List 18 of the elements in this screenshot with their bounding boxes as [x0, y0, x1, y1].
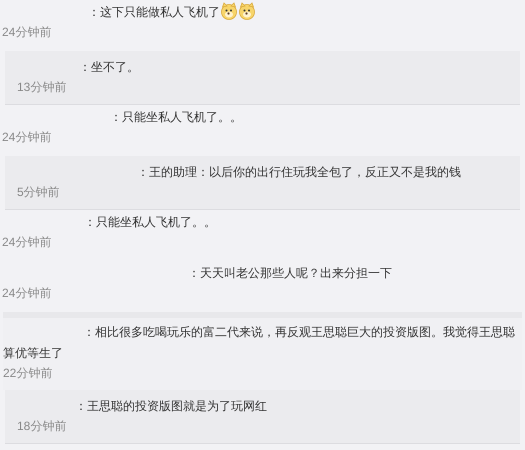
- timestamp: 24分钟前: [2, 286, 52, 300]
- dog-emoji-icon: [238, 2, 256, 20]
- comment-text: ：只能坐私人飞机了。。: [110, 110, 242, 124]
- timestamp: 24分钟前: [2, 130, 52, 144]
- comment-text: ：王思聪的投资版图就是为了玩网红: [75, 399, 267, 413]
- dog-emoji-icon: [220, 2, 238, 20]
- comment-text: ：王的助理：以后你的出行住玩我全包了，反正又不是我的钱: [137, 165, 461, 179]
- timestamp: 24分钟前: [2, 25, 52, 39]
- timestamp: 18分钟前: [17, 419, 66, 433]
- timestamp: 22分钟前: [3, 366, 52, 380]
- comment-text: ：坐不了。: [79, 60, 139, 74]
- comment-text: ：只能坐私人飞机了。。: [84, 215, 216, 229]
- timestamp: 13分钟前: [17, 80, 66, 94]
- timestamp: 24分钟前: [2, 235, 52, 249]
- timestamp: 5分钟前: [17, 185, 60, 199]
- comment-text: ：这下只能做私人飞机了: [88, 5, 220, 19]
- comment-text: ：相比很多吃喝玩乐的富二代来说，再反观王思聪巨大的投资版图。我觉得王思聪算优等生了: [3, 325, 515, 360]
- comment-text: ：天天叫老公那些人呢？出来分担一下: [188, 266, 392, 280]
